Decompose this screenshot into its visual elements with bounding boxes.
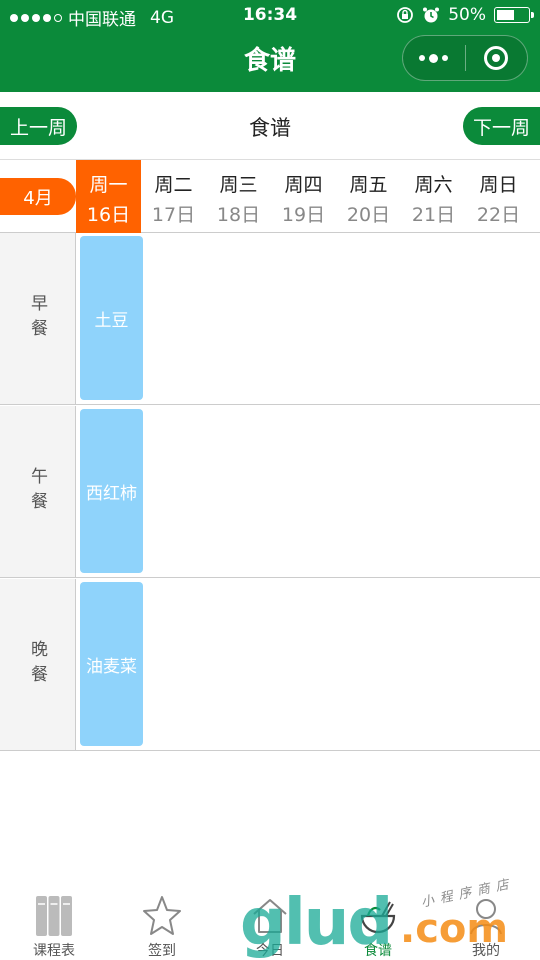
day-column-sun[interactable]: 周日 22日 (466, 160, 531, 233)
alarm-icon (423, 7, 440, 23)
home-icon (253, 899, 287, 933)
dish-card[interactable]: 西红柿 (80, 409, 143, 573)
meal-label-text: 早餐 (27, 293, 47, 344)
month-badge: 4月 (0, 178, 76, 215)
tab-label: 今日 (256, 943, 284, 959)
battery-label: 50% (448, 5, 486, 25)
dish-card[interactable]: 土豆 (80, 236, 143, 400)
date-label: 21日 (411, 204, 456, 226)
day-column-tue[interactable]: 周二 17日 (141, 160, 206, 233)
day-column-thu[interactable]: 周四 19日 (271, 160, 336, 233)
weekday-label: 周二 (154, 174, 193, 196)
date-label: 17日 (151, 204, 196, 226)
weekday-label: 周六 (414, 174, 453, 196)
tab-schedule[interactable]: 课程表 (0, 880, 108, 960)
day-header-row: 4月 周一 16日 周二 17日 周三 18日 周四 19日 周五 20日 周六… (0, 160, 540, 233)
weekday-label: 周四 (284, 174, 323, 196)
date-label: 18日 (216, 204, 261, 226)
meal-label-lunch: 午餐 (0, 406, 76, 577)
date-label: 22日 (476, 204, 521, 226)
books-icon (36, 896, 72, 936)
battery-icon (494, 7, 534, 23)
tab-label: 食谱 (364, 943, 392, 959)
meal-row-breakfast: 早餐 土豆 (0, 233, 540, 405)
day-column-sat[interactable]: 周六 21日 (401, 160, 466, 233)
status-bar: 中国联通 4G 16:34 50% (0, 0, 540, 30)
week-navigator: 上一周 食谱 下一周 (0, 92, 540, 160)
more-dots-icon (419, 53, 449, 63)
star-icon (143, 896, 181, 935)
more-button[interactable] (403, 36, 465, 80)
weekday-label: 周日 (479, 174, 518, 196)
weekday-label: 周一 (89, 174, 128, 196)
title-bar: 中国联通 4G 16:34 50% 食谱 (0, 0, 540, 92)
close-program-button[interactable] (466, 36, 528, 80)
date-label: 16日 (86, 204, 131, 226)
day-column-mon[interactable]: 周一 16日 (76, 160, 141, 233)
tab-label: 课程表 (33, 943, 75, 959)
tab-label: 签到 (148, 943, 176, 959)
rotation-lock-icon (397, 7, 414, 23)
meal-label-text: 午餐 (27, 466, 47, 517)
tab-bar: 课程表 签到 今日 食谱 我的 (0, 880, 540, 960)
meal-label-dinner: 晚餐 (0, 579, 76, 750)
section-title: 食谱 (249, 116, 291, 140)
day-column-wed[interactable]: 周三 18日 (206, 160, 271, 233)
meal-label-text: 晚餐 (27, 639, 47, 690)
user-icon (470, 899, 502, 935)
tab-recipes[interactable]: 食谱 (324, 880, 432, 960)
day-column-fri[interactable]: 周五 20日 (336, 160, 401, 233)
tab-mine[interactable]: 我的 (432, 880, 540, 960)
tab-checkin[interactable]: 签到 (108, 880, 216, 960)
target-icon (484, 46, 509, 70)
weekday-label: 周三 (219, 174, 258, 196)
meal-label-breakfast: 早餐 (0, 233, 76, 404)
tab-label: 我的 (472, 943, 500, 959)
bowl-icon (360, 901, 396, 934)
tab-today[interactable]: 今日 (216, 880, 324, 960)
dish-card[interactable]: 油麦菜 (80, 582, 143, 746)
next-week-button[interactable]: 下一周 (463, 107, 540, 145)
date-label: 20日 (346, 204, 391, 226)
mini-program-capsule (402, 35, 528, 81)
date-label: 19日 (281, 204, 326, 226)
meal-row-lunch: 午餐 西红柿 (0, 406, 540, 578)
weekday-label: 周五 (349, 174, 388, 196)
meal-row-dinner: 晚餐 油麦菜 (0, 579, 540, 751)
